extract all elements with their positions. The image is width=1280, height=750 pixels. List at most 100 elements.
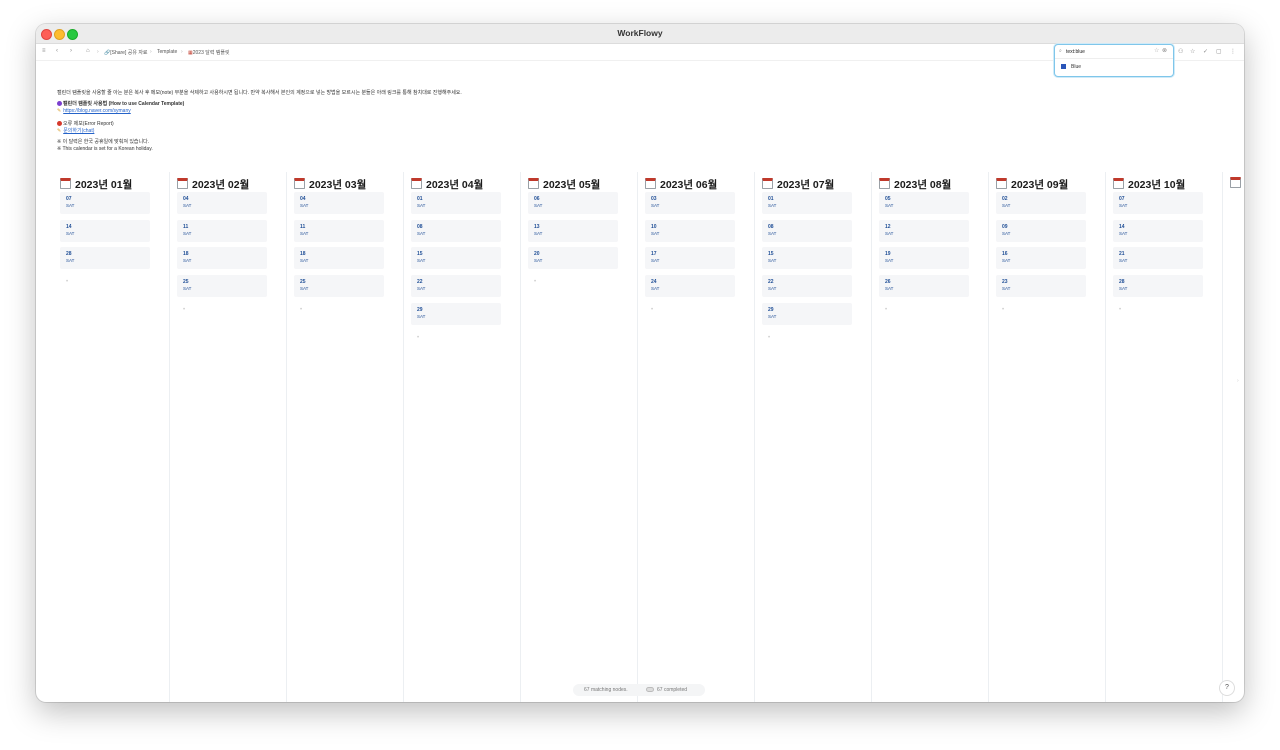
- month-header[interactable]: 2023년 10월: [1113, 175, 1185, 193]
- day-card[interactable]: 24 SAT: [645, 275, 735, 298]
- add-bullet-icon[interactable]: •: [885, 307, 887, 313]
- month-header[interactable]: 2023년 06월: [645, 175, 717, 193]
- search-box[interactable]: ⌕ text:blue ☆ ⊗ Blue: [1054, 44, 1174, 77]
- month-header[interactable]: 2023년 08월: [879, 175, 951, 193]
- day-card[interactable]: 09 SAT: [996, 219, 1086, 242]
- day-card[interactable]: 26 SAT: [879, 275, 969, 298]
- day-date: 12: [885, 223, 891, 230]
- day-card[interactable]: 15 SAT: [762, 247, 852, 270]
- add-bullet-icon[interactable]: •: [183, 307, 185, 313]
- day-card[interactable]: 12 SAT: [879, 219, 969, 242]
- day-card[interactable]: 01 SAT: [411, 192, 501, 214]
- complete-check-icon[interactable]: ✓: [1203, 48, 1208, 55]
- month-header[interactable]: 2023년 04월: [411, 175, 483, 193]
- day-card[interactable]: 10 SAT: [645, 219, 735, 242]
- day-card[interactable]: 19 SAT: [879, 247, 969, 270]
- add-bullet-icon[interactable]: •: [534, 279, 536, 285]
- day-weekday: SAT: [66, 258, 75, 264]
- day-card[interactable]: 11 SAT: [294, 219, 384, 242]
- day-card[interactable]: 25 SAT: [177, 275, 267, 298]
- report-link[interactable]: 문의하기(chat): [63, 128, 94, 134]
- month-column: 2023년 02월 04 SAT 11 SAT 18 SAT 25 SAT •: [169, 172, 287, 702]
- day-card[interactable]: 16 SAT: [996, 247, 1086, 270]
- breadcrumb-template[interactable]: Template: [157, 49, 177, 55]
- day-card[interactable]: 08 SAT: [762, 219, 852, 242]
- more-icon[interactable]: ⋮: [1230, 48, 1236, 55]
- breadcrumb-share[interactable]: 🔗[Share] 공유 자료: [104, 49, 148, 56]
- purple-dot-icon: [57, 101, 62, 106]
- back-icon[interactable]: ‹: [56, 48, 58, 55]
- day-card[interactable]: 22 SAT: [762, 275, 852, 298]
- month-header[interactable]: 2023년 01월: [60, 175, 132, 193]
- howto-title[interactable]: 캘린더 템플릿 사용법 (How to use Calendar Templat…: [57, 101, 462, 108]
- month-title: 2023년 07월: [777, 179, 835, 191]
- day-weekday: SAT: [1002, 203, 1011, 208]
- add-bullet-icon[interactable]: •: [1002, 307, 1004, 313]
- forward-icon[interactable]: ›: [70, 48, 72, 55]
- add-bullet-icon[interactable]: •: [1119, 307, 1121, 313]
- search-input[interactable]: ⌕ text:blue ☆ ⊗: [1055, 45, 1173, 59]
- day-weekday: SAT: [300, 230, 309, 236]
- howto-link[interactable]: https://blog.naver.com/symany: [63, 108, 131, 114]
- day-card[interactable]: 04 SAT: [294, 192, 384, 214]
- favorite-star-icon[interactable]: ☆: [1190, 48, 1195, 55]
- day-card[interactable]: 28 SAT: [60, 247, 150, 270]
- day-card[interactable]: 15 SAT: [411, 247, 501, 270]
- day-card[interactable]: 29 SAT: [762, 302, 852, 325]
- day-card[interactable]: 25 SAT: [294, 275, 384, 298]
- calendar-icon: [411, 178, 422, 189]
- day-card[interactable]: 22 SAT: [411, 275, 501, 298]
- day-card[interactable]: 03 SAT: [645, 192, 735, 214]
- day-card[interactable]: 04 SAT: [177, 192, 267, 214]
- day-card[interactable]: 11 SAT: [177, 219, 267, 242]
- star-icon[interactable]: ☆: [1154, 47, 1159, 54]
- day-card[interactable]: 07 SAT: [1113, 192, 1203, 214]
- day-card[interactable]: 23 SAT: [996, 275, 1086, 298]
- add-bullet-icon[interactable]: •: [66, 279, 68, 285]
- search-query[interactable]: text:blue: [1066, 49, 1085, 55]
- day-card[interactable]: 13 SAT: [528, 219, 618, 242]
- month-header[interactable]: 2023년 09월: [996, 175, 1068, 193]
- day-weekday: SAT: [768, 258, 777, 264]
- day-card[interactable]: 18 SAT: [294, 247, 384, 270]
- report-title[interactable]: 오류 제보(Error Report): [57, 121, 462, 128]
- day-card[interactable]: 06 SAT: [528, 192, 618, 214]
- share-user-icon[interactable]: ⚇: [1178, 48, 1183, 55]
- day-card[interactable]: 07 SAT: [60, 192, 150, 214]
- window-title: WorkFlowy: [617, 28, 663, 38]
- layout-icon[interactable]: ▢: [1216, 48, 1222, 55]
- add-bullet-icon[interactable]: •: [768, 335, 770, 341]
- day-card[interactable]: 21 SAT: [1113, 247, 1203, 270]
- breadcrumb-calendar[interactable]: ▦2023 달력 템플릿: [188, 49, 230, 56]
- search-suggestion-blue[interactable]: Blue: [1061, 64, 1081, 70]
- add-bullet-icon[interactable]: •: [417, 335, 419, 341]
- home-icon[interactable]: ⌂: [86, 48, 90, 55]
- month-column: 2023년 09월 02 SAT 09 SAT 16 SAT 23 SAT •: [988, 172, 1106, 702]
- add-bullet-icon[interactable]: •: [300, 307, 302, 313]
- month-title: 2023년 02월: [192, 179, 250, 191]
- day-card[interactable]: 05 SAT: [879, 192, 969, 214]
- day-card[interactable]: 20 SAT: [528, 247, 618, 270]
- help-button[interactable]: ?: [1219, 680, 1235, 696]
- completed-toggle[interactable]: [646, 687, 654, 692]
- month-header[interactable]: 2023년 02월: [177, 175, 249, 193]
- clear-search-icon[interactable]: ⊗: [1162, 47, 1167, 54]
- month-header[interactable]: 2023년 05월: [528, 175, 600, 193]
- day-card[interactable]: 17 SAT: [645, 247, 735, 270]
- month-column: 2023년 03월 04 SAT 11 SAT 18 SAT 25 SAT •: [286, 172, 404, 702]
- day-card[interactable]: 28 SAT: [1113, 275, 1203, 298]
- day-card[interactable]: 14 SAT: [1113, 219, 1203, 242]
- day-card[interactable]: 29 SAT: [411, 302, 501, 325]
- add-bullet-icon[interactable]: •: [651, 307, 653, 313]
- day-date: 13: [534, 223, 540, 230]
- menu-icon[interactable]: ≡: [42, 48, 46, 55]
- day-card[interactable]: 01 SAT: [762, 192, 852, 214]
- month-header[interactable]: 2023년 03월: [294, 175, 366, 193]
- day-card[interactable]: 18 SAT: [177, 247, 267, 270]
- month-header[interactable]: 2023년 07월: [762, 175, 834, 193]
- day-card[interactable]: 02 SAT: [996, 192, 1086, 214]
- day-card[interactable]: 14 SAT: [60, 219, 150, 242]
- scroll-right-icon[interactable]: ›: [1237, 378, 1239, 384]
- day-date: 28: [1119, 279, 1125, 286]
- day-card[interactable]: 08 SAT: [411, 219, 501, 242]
